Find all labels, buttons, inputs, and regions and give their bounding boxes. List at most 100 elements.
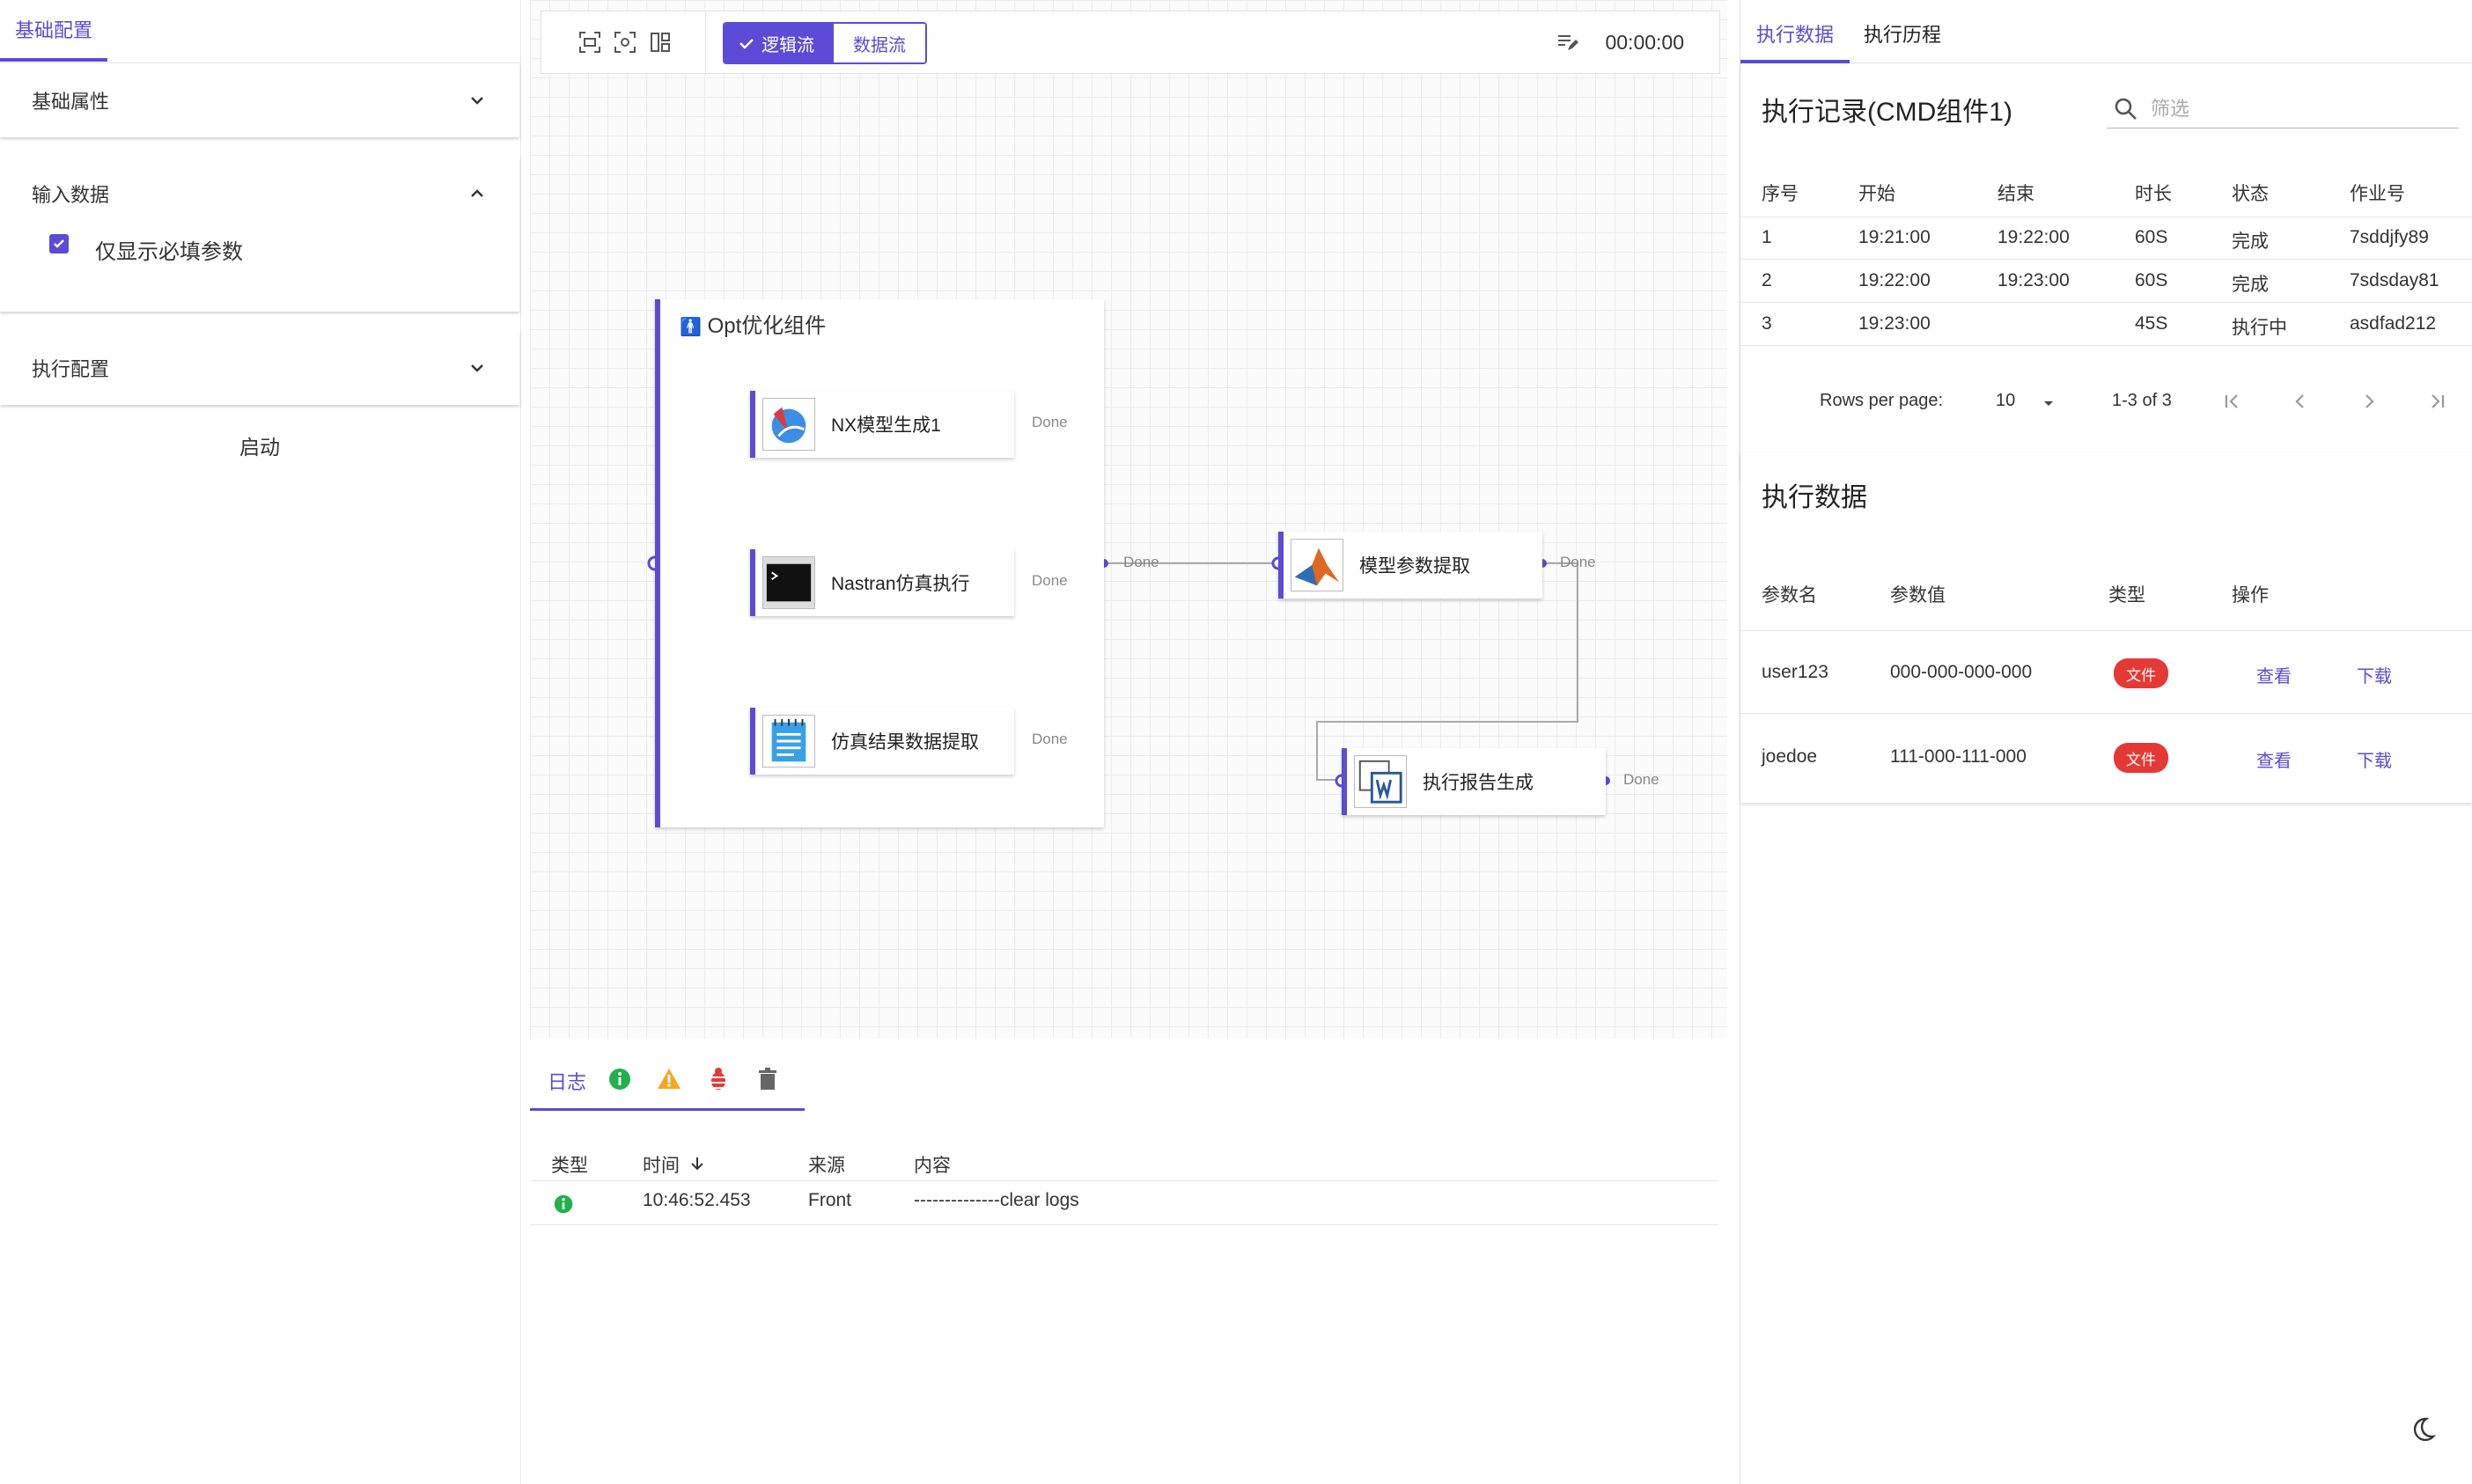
log-table-header: 类型 时间 来源 内容 xyxy=(530,1142,1718,1181)
warning-filter-icon[interactable] xyxy=(657,1067,681,1091)
elapsed-timer: 00:00:00 xyxy=(1605,31,1684,54)
record-end: 19:22:00 xyxy=(1997,227,2070,247)
record-end: 19:23:00 xyxy=(1997,270,2070,290)
edit-notes-icon[interactable] xyxy=(1556,31,1578,54)
info-filter-icon[interactable] xyxy=(607,1067,632,1091)
word-report-icon xyxy=(1354,755,1407,808)
node-label: NX模型生成1 xyxy=(831,415,941,436)
col-param-name: 参数名 xyxy=(1762,585,1817,606)
sort-down-icon[interactable] xyxy=(688,1155,706,1172)
log-tabs: 日志 xyxy=(530,1047,805,1111)
exec-data-card: 执行数据 参数名 参数值 类型 操作 user123 000-000-000-0… xyxy=(1740,452,2472,803)
col-start: 开始 xyxy=(1858,184,1895,204)
view-link[interactable]: 查看 xyxy=(2256,746,2292,772)
node-label: 仿真结果数据提取 xyxy=(831,732,979,753)
required-only-checkbox[interactable] xyxy=(49,234,69,253)
record-status: 完成 xyxy=(2232,275,2269,295)
prev-page-icon[interactable] xyxy=(2288,389,2313,414)
node-report-gen[interactable]: 执行报告生成 xyxy=(1342,748,1606,815)
type-badge: 文件 xyxy=(2114,658,2168,688)
tab-exec-data[interactable]: 执行数据 xyxy=(1756,19,1834,48)
col-actions: 操作 xyxy=(2232,585,2269,606)
next-page-icon[interactable] xyxy=(2357,389,2381,414)
node-nastran[interactable]: Nastran仿真执行 xyxy=(750,549,1014,616)
node-label: Nastran仿真执行 xyxy=(831,574,970,594)
port-label: Done xyxy=(1560,554,1596,570)
section-label: 输入数据 xyxy=(32,184,110,206)
record-no: 2 xyxy=(1762,270,1772,290)
trash-icon[interactable] xyxy=(755,1067,780,1091)
tab-exec-history[interactable]: 执行历程 xyxy=(1864,19,1941,48)
record-start: 19:22:00 xyxy=(1858,270,1931,290)
section-label: 执行配置 xyxy=(32,358,110,380)
chevron-down-icon[interactable] xyxy=(467,90,488,111)
start-button[interactable]: 启动 xyxy=(0,417,519,474)
first-page-icon[interactable] xyxy=(2219,389,2244,414)
download-link[interactable]: 下载 xyxy=(2357,746,2392,772)
port-label: Done xyxy=(1623,771,1659,788)
left-tabs: 基础配置 xyxy=(0,0,520,63)
log-panel: 日志 类型 时间 来源 内容 10:46:52.453 Front ------… xyxy=(530,1047,1727,1484)
node-nx-model[interactable]: NX模型生成1 xyxy=(750,391,1014,458)
dark-mode-icon[interactable] xyxy=(2409,1415,2437,1444)
record-job: asdfad212 xyxy=(2350,313,2437,334)
record-job: 7sdsday81 xyxy=(2350,270,2439,290)
log-time: 10:46:52.453 xyxy=(643,1190,751,1210)
type-badge: 文件 xyxy=(2114,743,2168,773)
tab-basic-config[interactable]: 基础配置 xyxy=(0,0,107,62)
section-basic-properties[interactable]: 基础属性 xyxy=(0,63,519,137)
section-input-data[interactable]: 输入数据 仅显示必填参数 xyxy=(0,157,519,312)
port-label: Done xyxy=(1032,731,1068,747)
col-end: 结束 xyxy=(1997,184,2034,204)
last-page-icon[interactable] xyxy=(2425,389,2450,414)
divider xyxy=(705,11,706,75)
rows-per-page-select[interactable]: 10 xyxy=(1996,391,2015,411)
layout-icon[interactable] xyxy=(649,31,672,54)
col-content: 内容 xyxy=(914,1156,951,1176)
tab-log[interactable]: 日志 xyxy=(548,1067,586,1095)
download-link[interactable]: 下载 xyxy=(2357,662,2392,687)
section-exec-config[interactable]: 执行配置 xyxy=(0,331,519,405)
col-source: 来源 xyxy=(808,1156,845,1176)
node-sim-result-extract[interactable]: 仿真结果数据提取 xyxy=(750,708,1014,775)
filter-placeholder: 筛选 xyxy=(2151,98,2190,120)
param-value: 111-000-111-000 xyxy=(1890,746,2027,767)
dropdown-arrow-icon[interactable] xyxy=(2040,394,2057,412)
record-duration: 60S xyxy=(2135,227,2168,247)
matlab-icon xyxy=(1291,539,1343,591)
col-duration: 时长 xyxy=(2135,184,2172,204)
notepad-icon xyxy=(762,715,815,768)
log-content: --------------clear logs xyxy=(914,1190,1079,1210)
search-icon xyxy=(2115,98,2137,120)
left-panel: 基础配置 基础属性 输入数据 仅显示必填参数 执行配置 启动 xyxy=(0,0,521,1484)
record-job: 7sddjfy89 xyxy=(2350,227,2429,247)
flow-mode-toggle: 逻辑流 数据流 xyxy=(723,22,927,64)
rows-per-page-label: Rows per page: xyxy=(1820,391,1944,410)
fit-view-icon[interactable] xyxy=(578,31,601,54)
canvas-toolbar: 逻辑流 数据流 00:00:00 xyxy=(541,11,1720,75)
group-title: 🚹 Opt优化组件 xyxy=(680,308,826,339)
record-start: 19:23:00 xyxy=(1858,313,1931,334)
record-status: 完成 xyxy=(2232,231,2269,252)
node-model-param-extract[interactable]: 模型参数提取 xyxy=(1278,532,1542,599)
col-job: 作业号 xyxy=(2350,184,2405,204)
filter-input[interactable]: 筛选 xyxy=(2107,90,2459,129)
chevron-down-icon[interactable] xyxy=(467,357,488,378)
col-param-value: 参数值 xyxy=(1890,585,1946,606)
record-no: 3 xyxy=(1762,313,1772,334)
checkbox-label: 仅显示必填参数 xyxy=(95,240,243,264)
view-link[interactable]: 查看 xyxy=(2256,662,2292,687)
bug-filter-icon[interactable] xyxy=(706,1067,731,1091)
logic-flow-button[interactable]: 逻辑流 xyxy=(725,24,834,62)
check-icon xyxy=(54,239,64,248)
chevron-up-icon[interactable] xyxy=(467,183,488,204)
col-time[interactable]: 时间 xyxy=(643,1151,680,1178)
terminal-icon xyxy=(762,556,815,609)
data-flow-button[interactable]: 数据流 xyxy=(834,24,925,62)
group-title-text: Opt优化组件 xyxy=(707,314,827,338)
table-row: 10:46:52.453 Front --------------clear l… xyxy=(530,1181,1718,1225)
exec-data-title: 执行数据 xyxy=(1762,483,1867,512)
record-duration: 60S xyxy=(2135,270,2168,290)
center-view-icon[interactable] xyxy=(614,31,636,54)
check-icon xyxy=(739,39,754,49)
